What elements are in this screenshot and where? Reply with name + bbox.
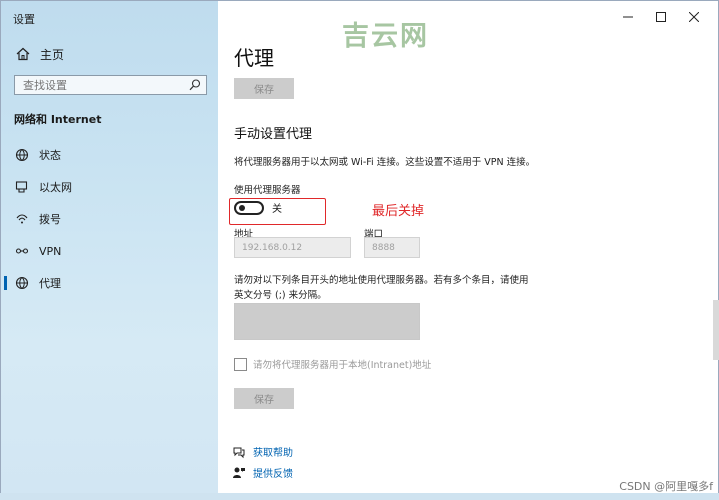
close-button[interactable] <box>677 7 710 27</box>
help-link-label: 获取帮助 <box>253 448 293 459</box>
feedback-link[interactable]: 提供反馈 <box>232 465 293 480</box>
home-label: 主页 <box>40 47 65 62</box>
feedback-icon <box>233 467 245 478</box>
minimize-button[interactable] <box>611 7 644 27</box>
credit-watermark: CSDN @阿里嘎多f <box>619 480 713 493</box>
annotation-text: 最后关掉 <box>372 204 425 219</box>
close-icon <box>688 12 699 22</box>
sidebar-item-label: 代理 <box>39 277 61 290</box>
manual-proxy-description: 将代理服务器用于以太网或 Wi-Fi 连接。这些设置不适用于 VPN 连接。 <box>234 157 536 168</box>
background-window-edge <box>713 300 719 360</box>
minimize-icon <box>622 16 633 18</box>
sidebar-item-label: 以太网 <box>39 181 72 194</box>
search-box[interactable] <box>14 75 207 95</box>
proxy-icon <box>15 276 29 290</box>
dialup-icon <box>15 212 29 226</box>
maximize-icon <box>655 12 666 22</box>
port-value: 8888 <box>372 242 395 253</box>
home-icon <box>16 47 30 61</box>
maximize-button[interactable] <box>644 7 677 27</box>
sidebar-item-status[interactable]: 状态 <box>1 145 218 165</box>
local-address-label: 请勿将代理服务器用于本地(Intranet)地址 <box>253 360 432 371</box>
local-address-checkbox-row[interactable]: 请勿将代理服务器用于本地(Intranet)地址 <box>234 357 431 371</box>
main-content: 吉云网 代理 保存 手动设置代理 将代理服务器用于以太网或 Wi-Fi 连接。这… <box>218 1 718 494</box>
sidebar: 设置 主页 网络和 Internet 状态 <box>1 1 218 494</box>
feedback-link-label: 提供反馈 <box>253 469 293 480</box>
exceptions-textarea[interactable] <box>234 303 420 340</box>
use-proxy-label: 使用代理服务器 <box>234 185 301 196</box>
vpn-icon <box>15 244 29 258</box>
save-button-bottom[interactable]: 保存 <box>234 388 294 409</box>
search-icon[interactable] <box>188 78 202 92</box>
sidebar-item-vpn[interactable]: VPN <box>1 241 218 261</box>
window-title: 设置 <box>13 13 35 26</box>
ethernet-icon <box>15 180 29 194</box>
manual-proxy-heading: 手动设置代理 <box>234 127 313 142</box>
get-help-link[interactable]: 获取帮助 <box>232 444 293 459</box>
address-value: 192.168.0.12 <box>242 242 303 253</box>
search-input[interactable] <box>15 76 185 94</box>
port-field[interactable]: 8888 <box>364 237 420 258</box>
home-nav[interactable]: 主页 <box>15 45 64 63</box>
annotation-box <box>229 198 326 225</box>
help-icon <box>233 447 245 458</box>
sidebar-item-label: 状态 <box>39 149 61 162</box>
page-title: 代理 <box>234 46 274 70</box>
exceptions-description: 请勿对以下列条目开头的地址使用代理服务器。若有多个条目，请使用英文分号 (;) … <box>234 275 529 301</box>
settings-window: 设置 主页 网络和 Internet 状态 <box>0 0 719 494</box>
save-button-top[interactable]: 保存 <box>234 78 294 99</box>
sidebar-item-label: VPN <box>39 244 62 258</box>
local-address-checkbox[interactable] <box>234 357 247 371</box>
address-field[interactable]: 192.168.0.12 <box>234 237 351 258</box>
status-icon <box>15 148 29 162</box>
watermark-logo: 吉云网 <box>342 21 429 52</box>
sidebar-item-dialup[interactable]: 拨号 <box>1 209 218 229</box>
window-controls <box>611 7 710 27</box>
sidebar-item-label: 拨号 <box>39 213 61 226</box>
section-title: 网络和 Internet <box>14 113 102 126</box>
taskbar-strip <box>0 493 719 500</box>
sidebar-item-proxy[interactable]: 代理 <box>1 273 218 293</box>
sidebar-item-ethernet[interactable]: 以太网 <box>1 177 218 197</box>
